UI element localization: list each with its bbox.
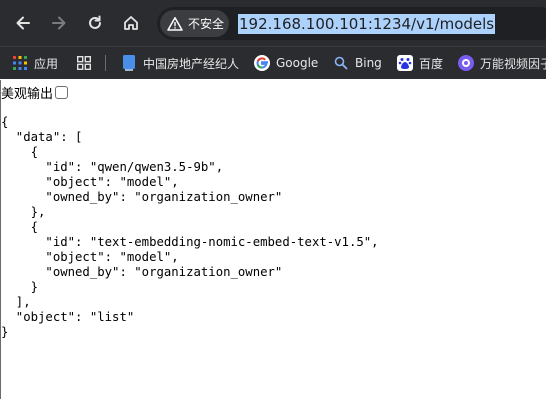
apps-grid-icon [12, 55, 28, 71]
search-icon [333, 55, 349, 71]
forward-arrow-icon [52, 16, 66, 30]
bookmark-label: Bing [355, 56, 382, 70]
security-indicator[interactable]: 不安全 [160, 10, 229, 37]
pretty-print-checkbox[interactable] [55, 85, 69, 99]
bookmark-baidu[interactable]: 百度 [397, 47, 443, 79]
bookmark-video[interactable]: 万能视频因子 [458, 47, 546, 79]
pretty-print-control: 美观输出 [1, 83, 69, 102]
bookmark-page-icon [121, 55, 137, 71]
warning-triangle-icon [167, 16, 183, 31]
bookmark-real-estate[interactable]: 中国房地产经纪人 [121, 47, 239, 79]
reload-button[interactable] [81, 9, 109, 37]
video-icon [458, 55, 474, 71]
bookmark-label: 应用 [34, 56, 59, 71]
bookmark-label: 百度 [419, 56, 444, 71]
home-button[interactable] [117, 9, 145, 37]
back-arrow-icon [16, 16, 30, 30]
browser-toolbar: 不安全 192.168.100.101:1234/v1/models [0, 0, 546, 46]
security-label: 不安全 [188, 17, 225, 31]
tab-groups-button[interactable] [76, 47, 98, 79]
bookmark-bing[interactable]: Bing [333, 47, 382, 79]
url-text[interactable]: 192.168.100.101:1234/v1/models [238, 14, 496, 34]
tab-groups-icon [76, 55, 92, 71]
bookmark-label: 中国房地产经纪人 [143, 56, 240, 71]
reload-icon [89, 15, 101, 29]
google-icon [254, 55, 270, 71]
home-icon [124, 16, 138, 30]
bookmark-label: 万能视频因子 [480, 56, 546, 71]
bookmarks-bar: 应用 中国房地产经纪人 Google Bing 百度 万能视频因子 [0, 46, 546, 79]
json-response-body: { "data": [ { "id": "qwen/qwen3.5-9b", "… [1, 115, 379, 339]
forward-button[interactable] [45, 9, 73, 37]
bookmark-label: Google [276, 56, 319, 70]
baidu-icon [397, 55, 413, 71]
page-content: 美观输出 { "data": [ { "id": "qwen/qwen3.5-9… [0, 80, 546, 399]
back-button[interactable] [9, 9, 37, 37]
bookmarks-divider [105, 55, 106, 71]
bookmark-google[interactable]: Google [254, 47, 318, 79]
bookmark-apps[interactable]: 应用 [12, 47, 58, 79]
pretty-print-label: 美观输出 [1, 86, 54, 102]
address-bar[interactable]: 不安全 192.168.100.101:1234/v1/models [157, 7, 546, 40]
